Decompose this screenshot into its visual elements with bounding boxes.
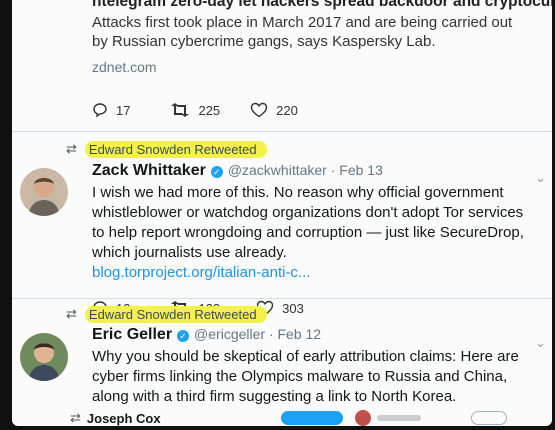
tweet-link[interactable]: blog.torproject.org/italian-anti-c... (92, 263, 538, 283)
follow-pill-button[interactable] (470, 411, 507, 425)
tweet-body: I wish we had more of this. No reason wh… (92, 184, 524, 261)
reply-button[interactable]: 17 (92, 102, 130, 118)
chevron-down-icon[interactable]: ⌄ (535, 170, 546, 186)
retweeted-by-label[interactable]: Edward Snowden Retweeted (84, 305, 267, 323)
retweet-icon (171, 103, 190, 117)
avatar[interactable] (20, 168, 68, 216)
retweet-context: ⇄ Edward Snowden Retweeted (12, 138, 552, 160)
tweet-header: Eric Geller ✓ @ericgeller · Feb 12 (12, 326, 552, 344)
verified-icon: ✓ (177, 330, 190, 342)
tweet-text: Why you should be skeptical of early att… (12, 347, 552, 407)
tweet[interactable]: ⇄ Edward Snowden Retweeted ⌄ Eric Geller… (12, 303, 552, 415)
chevron-down-icon[interactable]: ⌄ (535, 335, 546, 351)
link-card-description: Attacks first took place in March 2017 a… (92, 14, 513, 50)
retweet-small-icon: ⇄ (66, 306, 77, 321)
author-name[interactable]: Eric Geller (92, 326, 172, 344)
retweet-count: 225 (198, 102, 221, 118)
link-card-domain: zdnet.com (92, 59, 157, 75)
heart-icon (250, 102, 268, 118)
follow-button[interactable] (280, 411, 343, 425)
next-tweet-preview: ⇄ Joseph Cox (12, 408, 552, 426)
retweeted-by-label[interactable]: Edward Snowden Retweeted (84, 140, 267, 158)
like-button[interactable]: 220 (250, 102, 298, 118)
avatar[interactable] (20, 333, 68, 381)
reply-icon (93, 103, 107, 118)
retweet-context: ⇄ Edward Snowden Retweeted (12, 303, 552, 325)
next-author-name[interactable]: Joseph Cox (87, 411, 161, 426)
tweet-text: I wish we had more of this. No reason wh… (12, 183, 552, 283)
verified-icon: ✓ (210, 166, 223, 178)
suggestion-text (376, 415, 421, 421)
twitter-timeline: ntelegram zero-day let hackers spread ba… (12, 0, 552, 426)
tweet[interactable]: ⇄ Edward Snowden Retweeted ⌄ Zack Whitta… (12, 138, 552, 316)
link-card-title[interactable]: ntelegram zero-day let hackers spread ba… (92, 0, 552, 11)
link-card[interactable]: ntelegram zero-day let hackers spread ba… (12, 0, 552, 75)
tweet-body: Why you should be skeptical of early att… (92, 348, 519, 405)
tweet-actions: 17 225 220 (12, 99, 552, 121)
author-handle[interactable]: @zackwhittaker · Feb 13 (228, 162, 383, 178)
avatar[interactable] (354, 410, 371, 426)
retweet-button[interactable]: 225 (170, 102, 220, 118)
tweet-header: Zack Whittaker ✓ @zackwhittaker · Feb 13 (12, 162, 552, 180)
author-name[interactable]: Zack Whittaker (92, 162, 206, 180)
retweet-small-icon: ⇄ (70, 410, 81, 425)
tweet-divider (12, 131, 552, 132)
reply-count: 17 (116, 102, 131, 118)
like-count: 220 (276, 102, 298, 118)
retweet-small-icon: ⇄ (66, 141, 77, 156)
author-handle[interactable]: @ericgeller · Feb 12 (194, 326, 321, 342)
